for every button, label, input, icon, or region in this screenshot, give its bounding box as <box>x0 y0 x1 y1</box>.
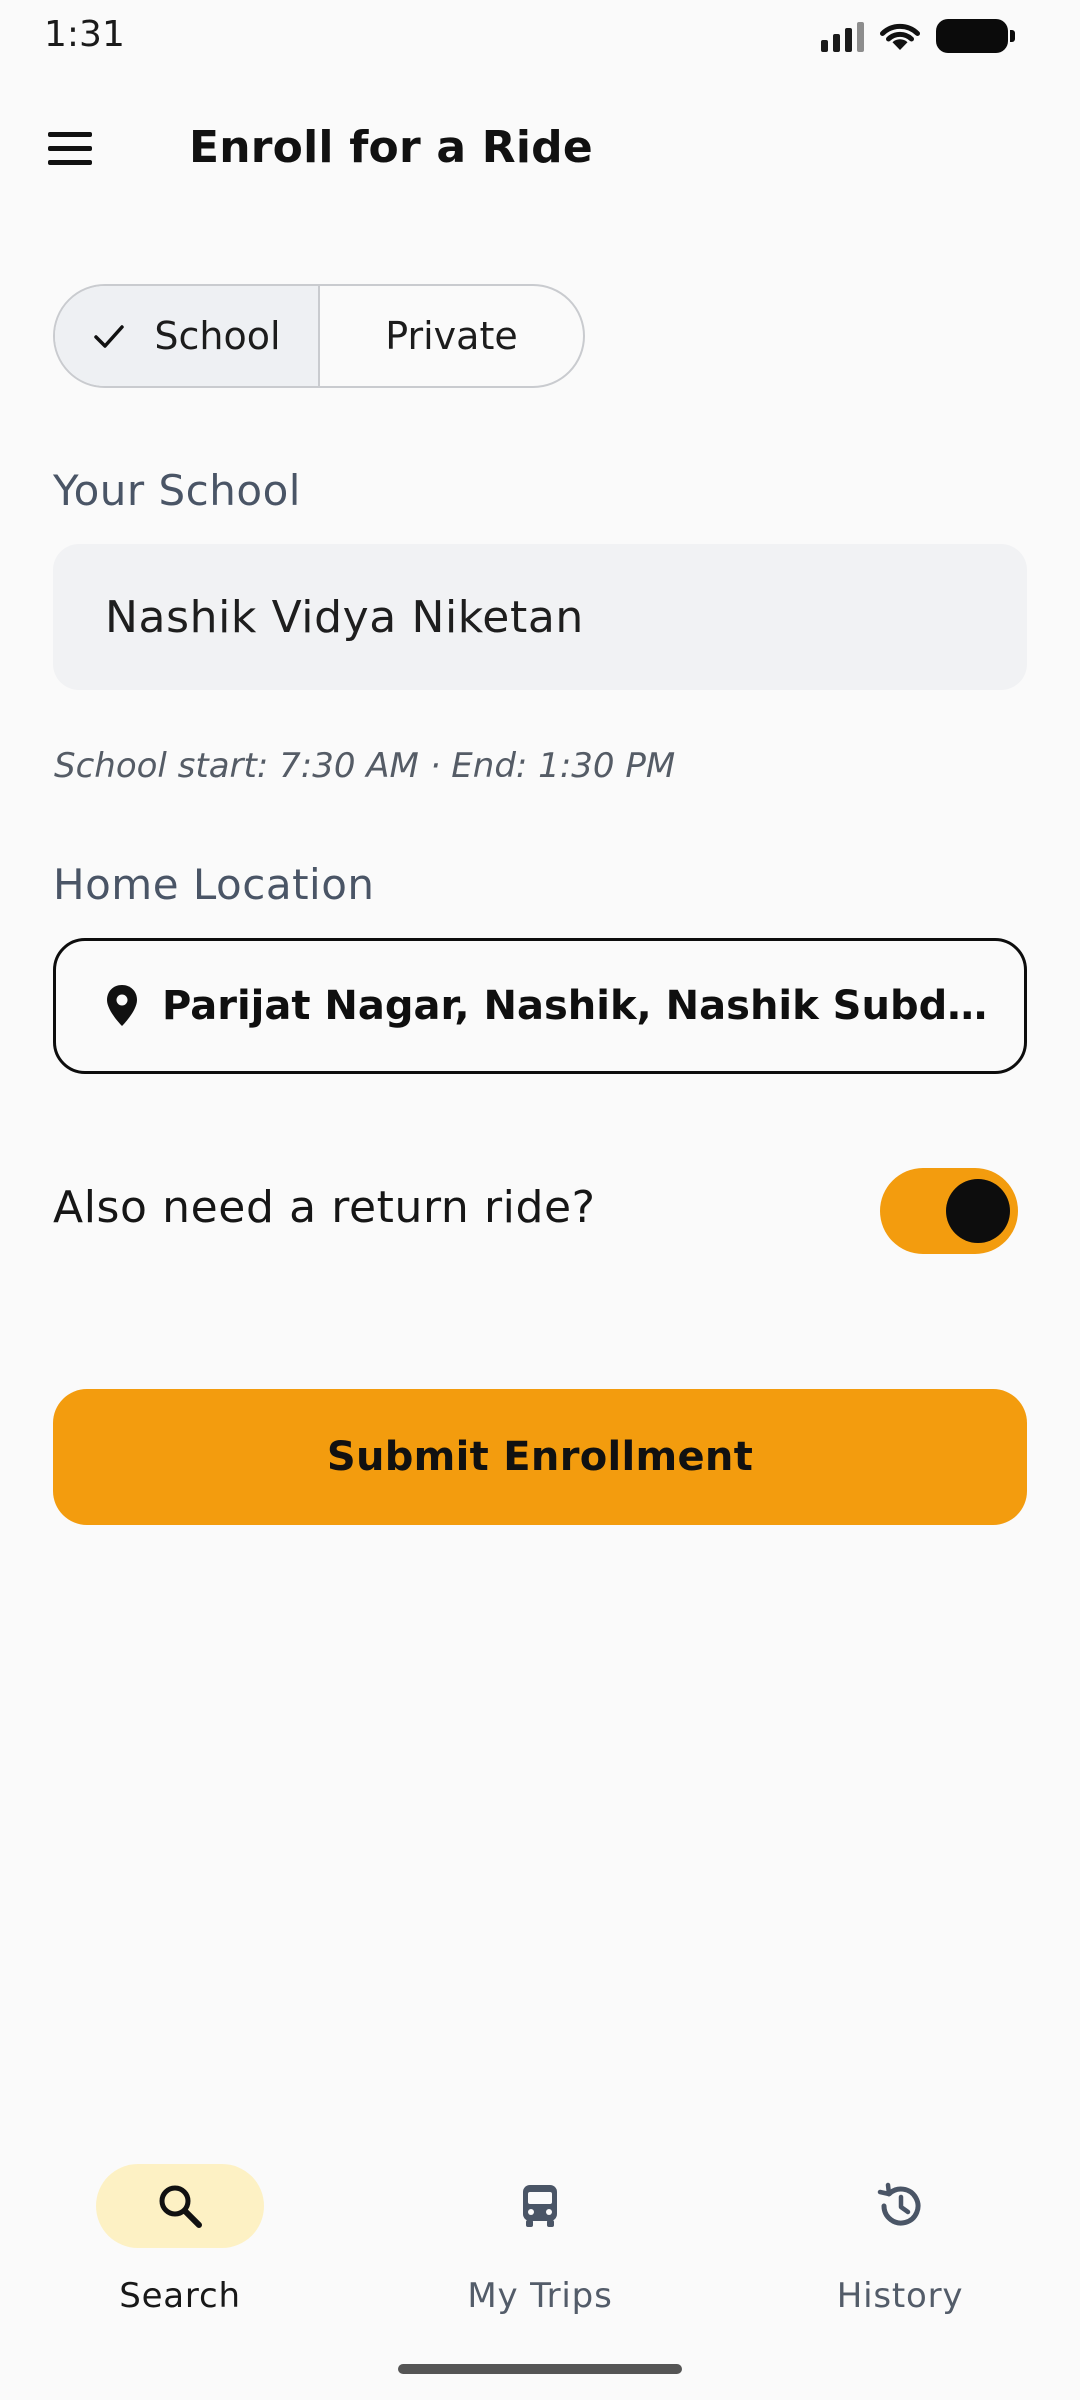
nav-active-indicator <box>96 2164 264 2248</box>
school-field-label: Your School <box>53 466 301 515</box>
bottom-navigation: Search My Trips History <box>0 2140 1080 2320</box>
submit-enrollment-label: Submit Enrollment <box>326 1434 754 1480</box>
return-ride-toggle[interactable] <box>880 1168 1018 1254</box>
bus-icon <box>523 2185 557 2227</box>
submit-enrollment-button[interactable]: Submit Enrollment <box>53 1389 1027 1525</box>
home-indicator[interactable] <box>398 2364 682 2374</box>
checkmark-icon <box>94 325 125 348</box>
toggle-knob <box>946 1179 1010 1243</box>
ride-type-segmented-control: School Private <box>53 284 585 388</box>
nav-item-my-trips[interactable]: My Trips <box>410 2164 670 2316</box>
segment-private-label: Private <box>385 314 518 358</box>
school-timing-hint: School start: 7:30 AM · End: 1:30 PM <box>54 746 676 786</box>
home-location-value: Parijat Nagar, Nashik, Nashik Subdistri… <box>162 983 992 1029</box>
nav-item-history[interactable]: History <box>770 2164 1030 2316</box>
location-pin-icon <box>107 985 137 1026</box>
wifi-icon <box>880 23 920 50</box>
cellular-signal-icon <box>821 20 864 52</box>
page-title: Enroll for a Ride <box>189 122 593 173</box>
home-location-label: Home Location <box>53 860 375 909</box>
search-icon <box>159 2185 202 2228</box>
nav-label-my-trips: My Trips <box>467 2276 613 2316</box>
hamburger-menu-icon[interactable] <box>44 126 104 170</box>
app-bar: Enroll for a Ride <box>0 100 1080 196</box>
nav-label-history: History <box>836 2276 964 2316</box>
nav-item-search[interactable]: Search <box>50 2164 310 2316</box>
nav-label-search: Search <box>119 2276 241 2316</box>
school-field[interactable]: Nashik Vidya Niketan <box>53 544 1027 690</box>
return-ride-label: Also need a return ride? <box>53 1182 596 1233</box>
battery-icon <box>936 19 1015 53</box>
status-icons <box>821 18 1015 54</box>
segment-school-label: School <box>154 314 281 358</box>
segment-school[interactable]: School <box>55 286 320 386</box>
history-icon <box>877 2182 921 2226</box>
segment-private[interactable]: Private <box>320 286 583 386</box>
home-location-field[interactable]: Parijat Nagar, Nashik, Nashik Subdistri… <box>53 938 1027 1074</box>
status-bar: 1:31 <box>0 0 1080 72</box>
school-field-value: Nashik Vidya Niketan <box>105 591 584 643</box>
status-time: 1:31 <box>44 14 125 55</box>
